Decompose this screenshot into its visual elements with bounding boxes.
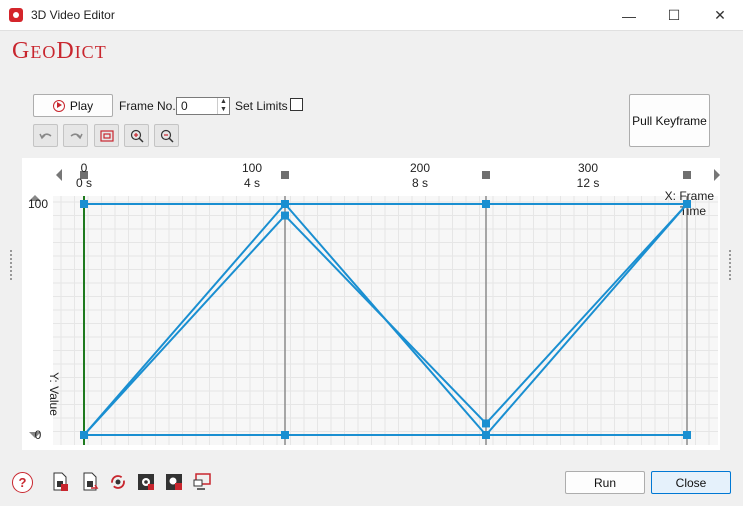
scroll-right-icon	[714, 169, 720, 181]
x-tick-frame-label: 100	[242, 161, 262, 175]
set-limits-checkbox[interactable]	[290, 98, 303, 111]
fit-view-icon	[99, 129, 114, 142]
data-point	[80, 431, 88, 439]
zoom-in-icon	[130, 129, 144, 143]
data-point	[281, 211, 289, 220]
x-tick-time-label: 0 s	[76, 176, 92, 190]
redo-icon	[70, 133, 83, 139]
keyframe-marker	[683, 171, 691, 179]
screen-share-button[interactable]	[192, 471, 212, 493]
x-tick-frame-label: 300	[578, 161, 598, 175]
frame-no-label: Frame No.	[119, 99, 176, 113]
export-file-icon	[83, 472, 99, 491]
zoom-out-icon	[160, 129, 174, 143]
data-point	[281, 431, 289, 439]
y-tick-label: 0	[35, 428, 42, 442]
run-button[interactable]: Run	[565, 471, 645, 494]
keyframe-marker	[482, 171, 490, 179]
play-icon	[52, 99, 65, 112]
x-tick-time-label: 4 s	[244, 176, 260, 190]
title-bar: 3D Video Editor — ☐ ✕	[0, 0, 743, 31]
y-tick-label: 100	[28, 197, 48, 211]
run-settings-icon	[166, 474, 182, 490]
play-button[interactable]: Play	[33, 94, 113, 117]
y-axis-label: Y: Value	[47, 372, 61, 416]
data-point	[80, 200, 88, 208]
right-splitter-handle[interactable]	[729, 250, 733, 280]
app-icon	[9, 8, 23, 22]
export-file-button[interactable]	[80, 471, 100, 493]
keyframe-chart[interactable]: 1000Y: Value00 s1004 s2008 s30012 sX: Fr…	[22, 158, 720, 450]
data-point	[482, 419, 490, 428]
x-tick-frame-label: 200	[410, 161, 430, 175]
set-limits-label: Set Limits	[235, 99, 288, 113]
settings-icon	[138, 474, 154, 490]
refresh-icon	[111, 475, 125, 489]
window-title: 3D Video Editor	[31, 8, 115, 22]
x-tick-time-label: 8 s	[412, 176, 428, 190]
redo-button[interactable]	[63, 124, 88, 147]
refresh-button[interactable]	[108, 471, 128, 493]
run-settings-button[interactable]	[164, 471, 184, 493]
pull-keyframe-button[interactable]: Pull Keyframe	[629, 94, 710, 147]
x-tick-time-label: 12 s	[577, 176, 600, 190]
settings-button[interactable]	[136, 471, 156, 493]
close-button[interactable]: Close	[651, 471, 731, 494]
keyframe-chart-area[interactable]: 100 0 Y: Value 0 0 s 100 4 s 200 8 s 300 12 s X: Fr…	[22, 158, 720, 450]
geodict-logo: GEODICT	[12, 38, 107, 64]
left-splitter-handle[interactable]	[10, 250, 14, 280]
undo-icon	[38, 133, 51, 139]
frame-no-input[interactable]: 0 ▲ ▼	[176, 97, 230, 115]
help-icon[interactable]: ?	[12, 472, 33, 493]
data-point	[482, 200, 490, 208]
scroll-left-icon	[56, 169, 62, 181]
data-point	[281, 200, 289, 208]
play-label: Play	[69, 98, 94, 113]
maximize-button[interactable]: ☐	[651, 0, 697, 31]
zoom-out-button[interactable]	[154, 124, 179, 147]
data-point	[683, 431, 691, 439]
keyframe-marker	[281, 171, 289, 179]
x-tick-frame-label: 0	[81, 161, 88, 175]
close-window-button[interactable]: ✕	[697, 0, 743, 31]
fit-view-button[interactable]	[94, 124, 119, 147]
data-point	[683, 200, 691, 208]
timeline-ruler	[68, 162, 703, 188]
data-point	[482, 431, 490, 439]
undo-button[interactable]	[33, 124, 58, 147]
zoom-in-button[interactable]	[124, 124, 149, 147]
add-file-button[interactable]	[50, 471, 70, 493]
frame-spinner[interactable]: ▲ ▼	[217, 98, 229, 114]
minimize-button[interactable]: —	[606, 0, 652, 31]
screen-share-icon	[193, 473, 211, 490]
add-file-icon	[53, 472, 68, 491]
